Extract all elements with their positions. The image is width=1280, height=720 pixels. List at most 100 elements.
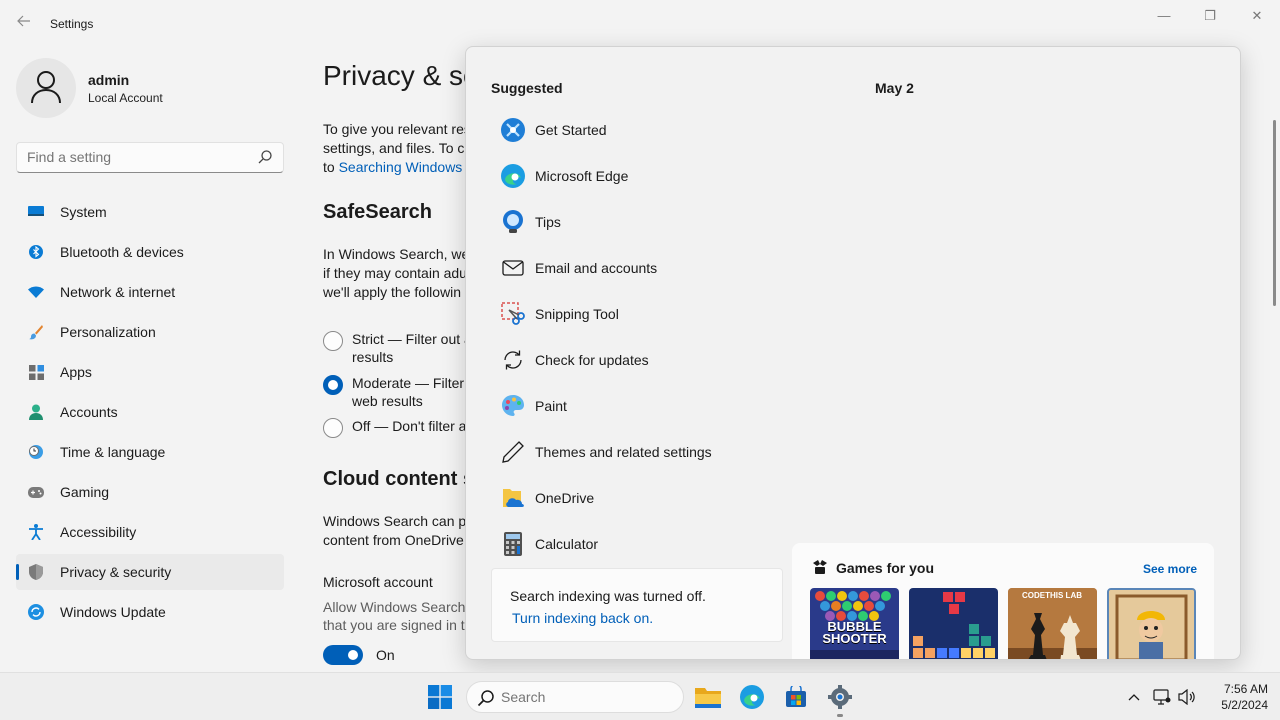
scissors-icon <box>501 302 525 326</box>
monitor-icon <box>28 204 44 220</box>
find-setting-box[interactable] <box>16 142 284 173</box>
avatar[interactable] <box>16 58 76 118</box>
sidebar-item-privacy-security[interactable]: Privacy & security <box>16 554 284 590</box>
edge-button[interactable] <box>736 681 768 713</box>
sidebar-item-label: Network & internet <box>60 284 176 300</box>
indexing-message: Search indexing was turned off. <box>510 588 706 604</box>
user-name: admin <box>88 72 130 88</box>
running-indicator <box>837 714 843 717</box>
see-more-link[interactable]: See more <box>1143 562 1197 576</box>
clock-time: 7:56 AM <box>1223 682 1268 696</box>
radio-button[interactable] <box>323 331 343 351</box>
taskbar-search-input[interactable] <box>501 689 661 705</box>
file-explorer-button[interactable] <box>692 681 724 713</box>
chevron-up-icon <box>1128 694 1140 701</box>
network-icon <box>1153 689 1171 705</box>
block-puzzle-art <box>913 592 995 658</box>
sidebar-item-label: Time & language <box>60 444 166 460</box>
find-setting-input[interactable] <box>27 149 247 165</box>
taskbar-clock[interactable]: 7:56 AM 5/2/2024 <box>1206 681 1268 713</box>
miner-art <box>1109 590 1194 659</box>
suggestion-tips[interactable]: Tips <box>491 199 791 245</box>
sidebar-item-accessibility[interactable]: Accessibility <box>16 514 284 550</box>
accessibility-icon <box>28 524 44 540</box>
description-line: that you are signed in t <box>323 617 465 633</box>
start-button[interactable] <box>424 681 456 713</box>
suggestion-email-accounts[interactable]: Email and accounts <box>491 245 791 291</box>
turn-indexing-on-link[interactable]: Turn indexing back on. <box>512 610 653 626</box>
edge-icon <box>740 685 764 709</box>
title-bar: Settings — ❐ ✕ <box>0 0 1280 48</box>
maximize-button[interactable]: ❐ <box>1187 6 1233 26</box>
back-button[interactable] <box>12 14 36 34</box>
game-tile-blocks[interactable] <box>909 588 998 659</box>
suggested-list: Get Started Microsoft Edge Tips Email an… <box>491 107 791 567</box>
store-button[interactable] <box>780 681 812 713</box>
person-icon <box>28 404 44 420</box>
sidebar-item-network[interactable]: Network & internet <box>16 274 284 310</box>
windows-logo-icon <box>428 685 452 709</box>
suggestion-get-started[interactable]: Get Started <box>491 107 791 153</box>
close-button[interactable]: ✕ <box>1234 6 1280 26</box>
description-line: Allow Windows Search <box>323 599 466 615</box>
user-profile[interactable]: admin Local Account <box>16 58 276 118</box>
suggestion-check-updates[interactable]: Check for updates <box>491 337 791 383</box>
sidebar-item-personalization[interactable]: Personalization <box>16 314 284 350</box>
tray-chevron[interactable] <box>1124 687 1144 707</box>
microsoft-account-label: Microsoft account <box>323 574 433 590</box>
back-arrow-icon <box>17 15 30 27</box>
radio-button[interactable] <box>323 418 343 438</box>
radio-button-checked[interactable] <box>323 375 343 395</box>
sidebar-item-gaming[interactable]: Gaming <box>16 474 284 510</box>
game-tile-bubble-shooter[interactable]: BUBBLE SHOOTER <box>810 588 899 659</box>
window-title: Settings <box>50 17 94 31</box>
search-icon <box>477 690 494 707</box>
sidebar-item-system[interactable]: System <box>16 194 284 230</box>
sidebar-item-label: Privacy & security <box>60 564 172 580</box>
sidebar-item-label: Bluetooth & devices <box>60 244 184 260</box>
sidebar-item-accounts[interactable]: Accounts <box>16 394 284 430</box>
suggestion-label: Microsoft Edge <box>535 168 629 184</box>
folder-icon <box>695 688 721 708</box>
suggestion-microsoft-edge[interactable]: Microsoft Edge <box>491 153 791 199</box>
cloud-content-heading: Cloud content s <box>323 468 475 490</box>
scrollbar[interactable] <box>1273 120 1276 306</box>
suggestion-onedrive[interactable]: OneDrive <box>491 475 791 521</box>
searching-windows-link[interactable]: Searching Windows <box>339 159 463 175</box>
clock-globe-icon <box>28 444 44 460</box>
network-tray-button[interactable] <box>1152 687 1172 707</box>
pen-icon <box>501 440 525 464</box>
shield-icon <box>28 564 44 580</box>
settings-taskbar-button[interactable] <box>824 681 856 713</box>
sidebar-item-bluetooth[interactable]: Bluetooth & devices <box>16 234 284 270</box>
page-title: Privacy & se <box>323 60 479 91</box>
safesearch-heading: SafeSearch <box>323 201 432 223</box>
volume-tray-button[interactable] <box>1177 687 1197 707</box>
radio-label-line: results <box>352 349 394 365</box>
sidebar-item-label: Apps <box>60 364 92 380</box>
taskbar-search-box[interactable] <box>466 681 684 713</box>
speaker-icon <box>1178 689 1195 705</box>
suggestion-label: Check for updates <box>535 352 649 368</box>
edge-icon <box>501 164 525 188</box>
game-tile-chess[interactable]: CODETHIS LAB <box>1008 588 1097 659</box>
account-type: Local Account <box>88 91 163 105</box>
games-for-you-card: Games for you See more BUBBLE SHOOTER CO… <box>792 543 1214 659</box>
search-icon <box>258 150 272 164</box>
games-icon <box>813 560 827 574</box>
sidebar-item-time-language[interactable]: Time & language <box>16 434 284 470</box>
suggestion-snipping-tool[interactable]: Snipping Tool <box>491 291 791 337</box>
mail-icon <box>501 256 525 280</box>
minimize-button[interactable]: — <box>1141 6 1187 26</box>
radio-label-line: Strict — Filter out a <box>352 331 472 347</box>
suggested-heading: Suggested <box>491 80 563 96</box>
suggestion-paint[interactable]: Paint <box>491 383 791 429</box>
sidebar-item-windows-update[interactable]: Windows Update <box>16 594 284 630</box>
sidebar-item-label: Personalization <box>60 324 156 340</box>
suggestion-calculator[interactable]: Calculator <box>491 521 791 567</box>
suggestion-themes[interactable]: Themes and related settings <box>491 429 791 475</box>
sidebar-item-apps[interactable]: Apps <box>16 354 284 390</box>
game-tile-miner[interactable] <box>1107 588 1196 659</box>
sidebar-item-label: Accessibility <box>60 524 137 540</box>
microsoft-account-toggle[interactable] <box>323 645 363 665</box>
